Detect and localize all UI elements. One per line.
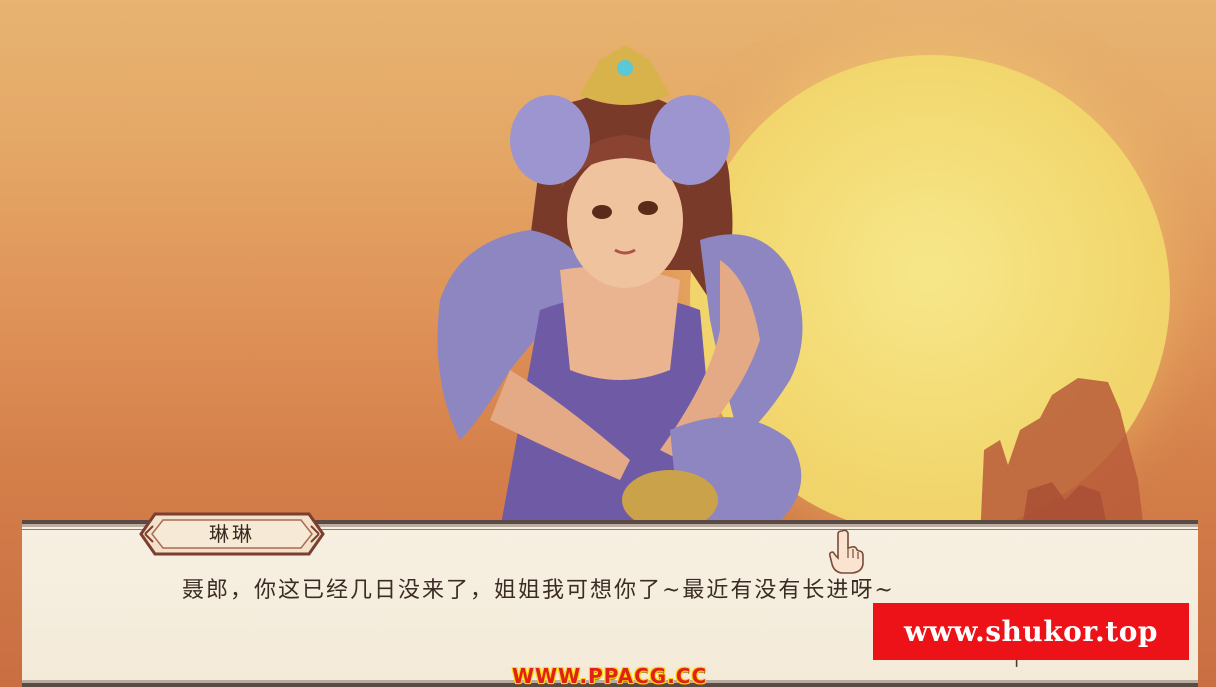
speaker-name-plate: 琳琳 [137, 510, 327, 558]
watermark-box: www.shukor.top [873, 603, 1189, 660]
speaker-name: 琳琳 [209, 522, 255, 546]
character-portrait [437, 45, 803, 530]
watermark-bottom: WWW.PPACG.CC [512, 664, 708, 687]
game-scene[interactable]: 琳琳 聂郎，你这已经几日没来了，姐姐我可想你了~最近有没有长进呀~ 下一 WWW… [0, 0, 1216, 687]
dialog-text: 聂郎，你这已经几日没来了，姐姐我可想你了~最近有没有长进呀~ [182, 578, 895, 603]
pointing-hand-icon[interactable] [826, 528, 866, 574]
rock-silhouette [980, 378, 1145, 540]
